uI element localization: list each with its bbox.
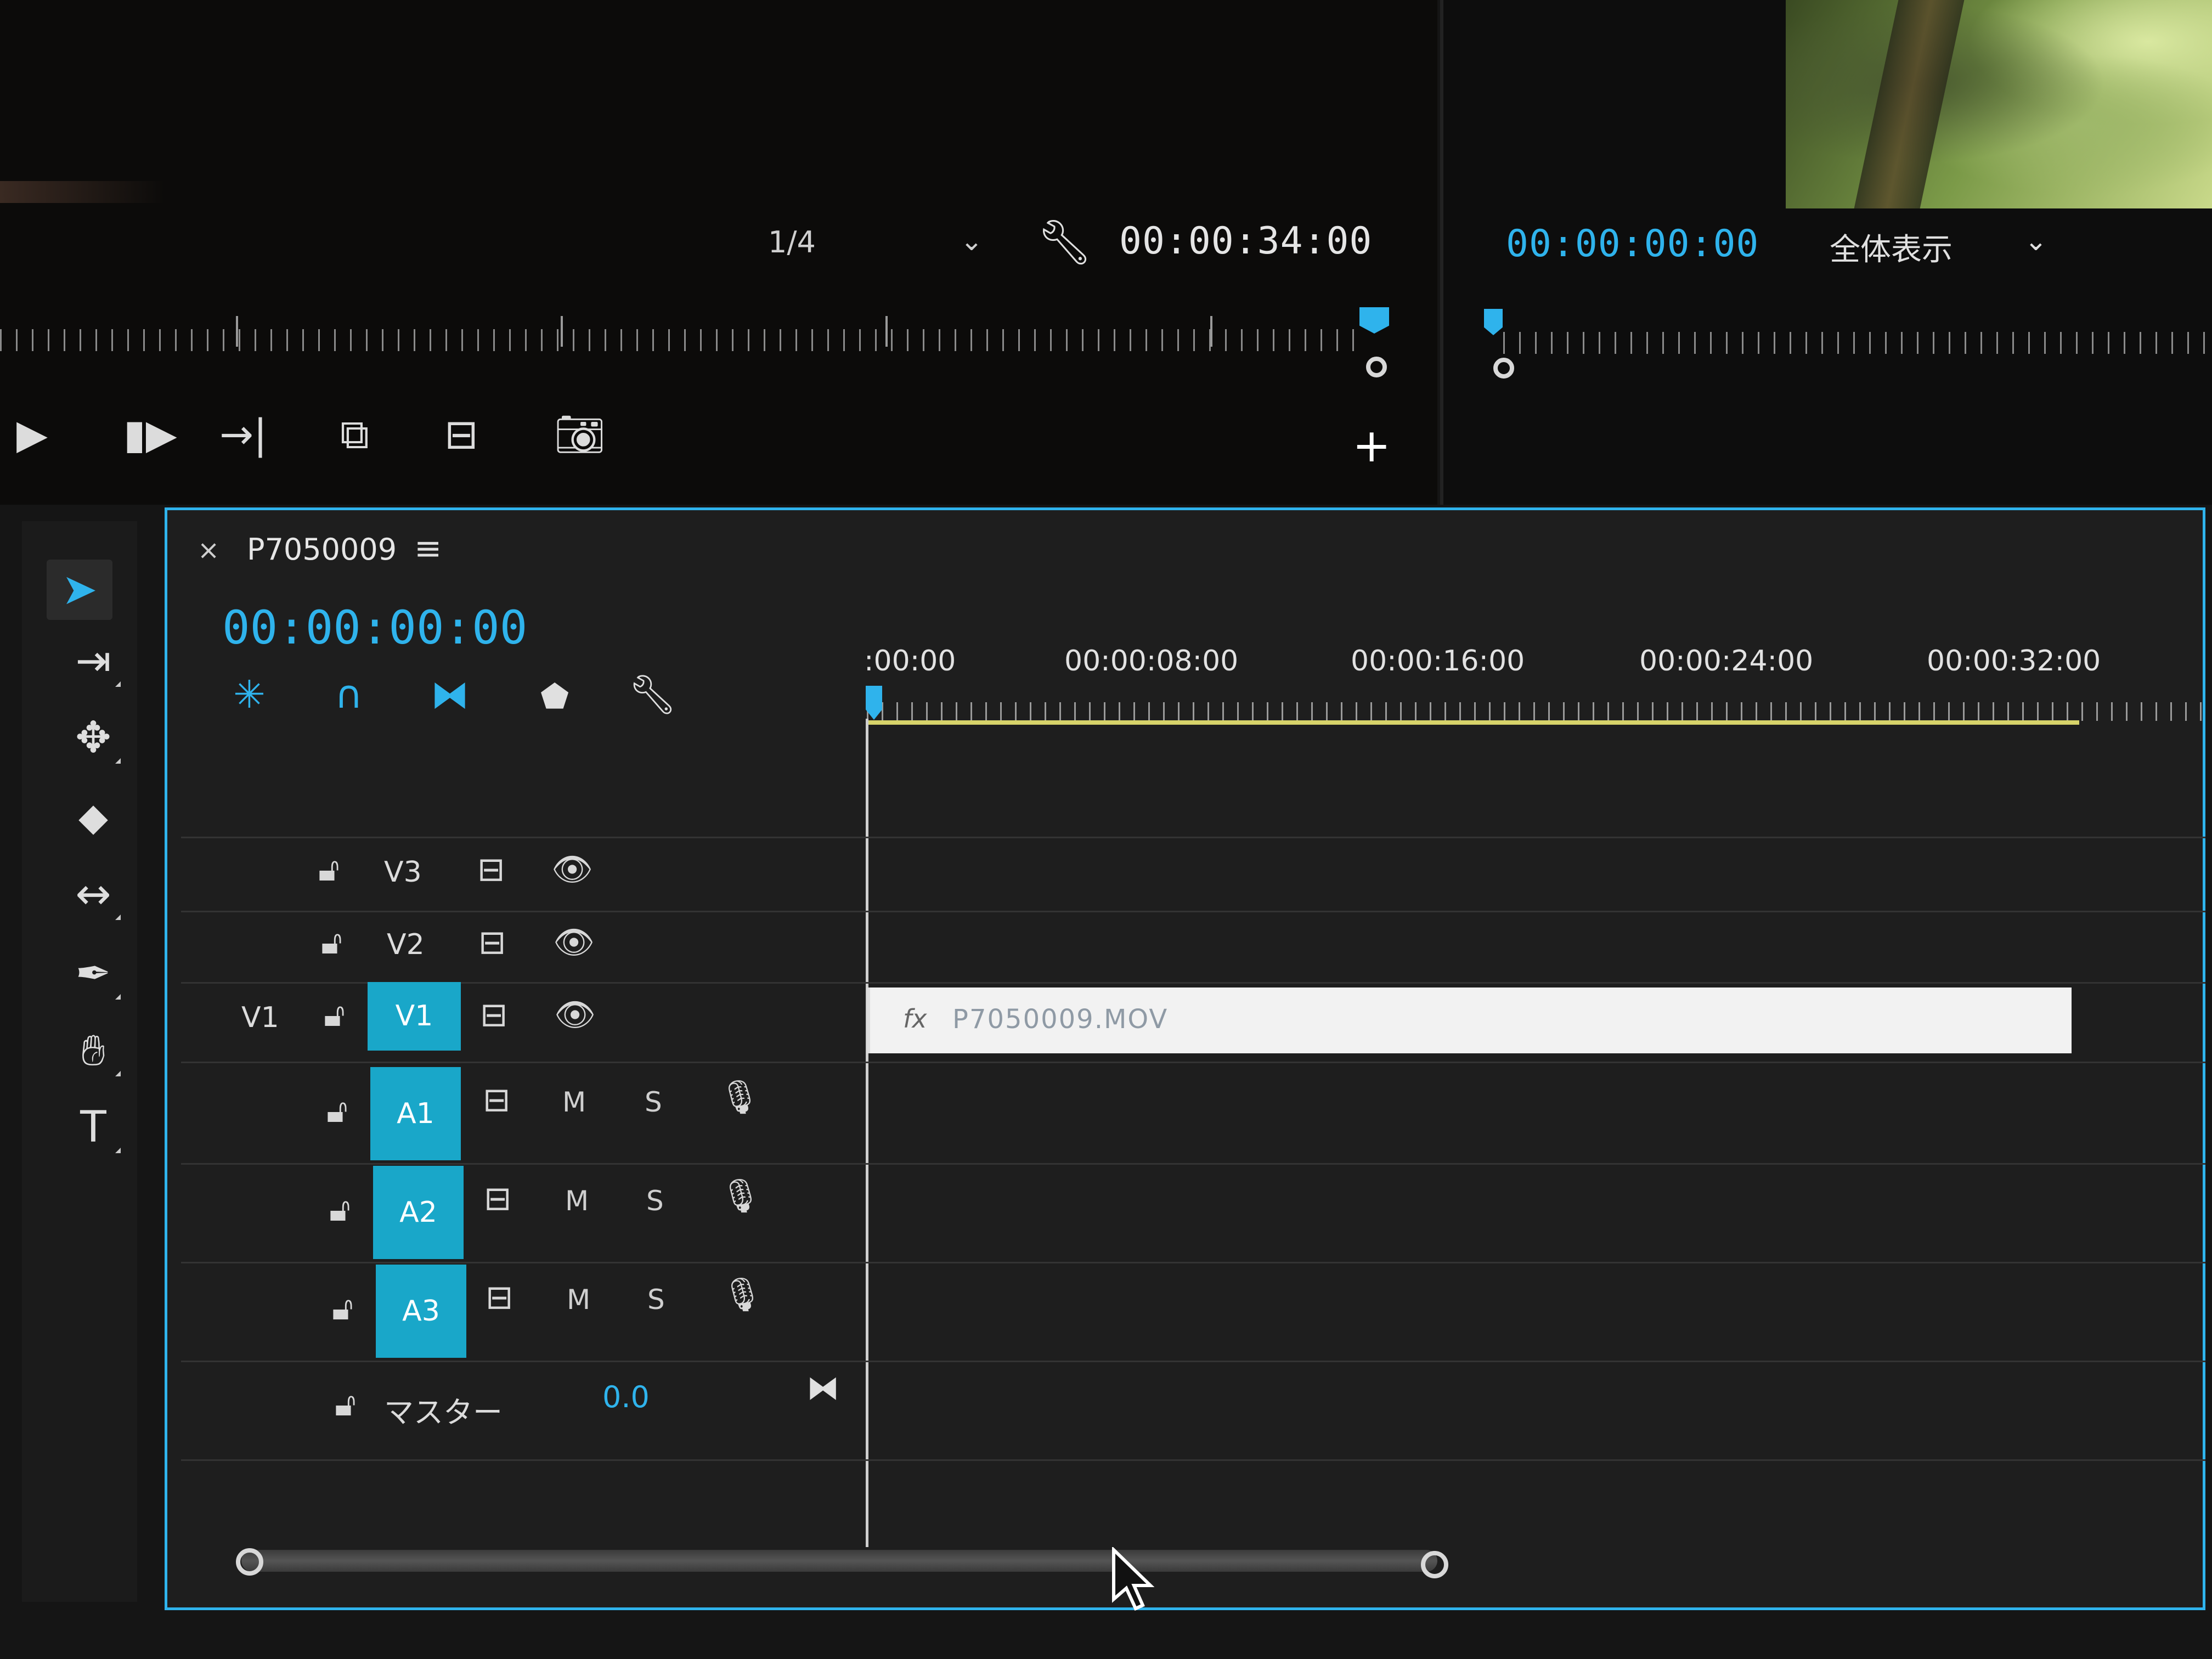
program-timecode[interactable]: 00:00:00:00 — [1506, 222, 1759, 266]
track-name-v2: V2 — [387, 928, 425, 961]
track-target-a1[interactable]: A1 — [370, 1067, 461, 1160]
microphone-icon[interactable]: 🎙︎ — [721, 1278, 763, 1311]
track-target-a2[interactable]: A2 — [373, 1166, 464, 1259]
zoom-handle-left[interactable] — [236, 1548, 263, 1576]
ruler-label: 00:00:24:00 — [1639, 645, 1814, 678]
eye-icon[interactable]: 👁︎ — [551, 853, 593, 886]
lock-icon[interactable]: 🔓︎ — [332, 1292, 353, 1325]
mute-button[interactable]: M — [567, 1284, 590, 1316]
step-forward-icon[interactable]: ▮▶ — [123, 414, 177, 455]
source-ruler-major-ticks — [236, 316, 1361, 347]
timeline-ruler[interactable] — [867, 702, 2205, 721]
track-target-a3[interactable]: A3 — [376, 1265, 466, 1358]
ruler-label: 00:00:16:00 — [1351, 645, 1525, 678]
source-out-point[interactable] — [1366, 357, 1387, 377]
pen-tool-icon[interactable]: ✒ — [60, 944, 126, 1004]
track-divider — [181, 1062, 2205, 1063]
ruler-label: 00:00:32:00 — [1927, 645, 2101, 678]
playhead-line — [866, 719, 868, 1547]
track-target-v1[interactable]: V1 — [368, 982, 461, 1051]
solo-button[interactable]: S — [647, 1284, 665, 1316]
overwrite-icon[interactable]: ⊟ — [444, 414, 478, 455]
ruler-label: :00:00 — [864, 645, 956, 678]
chevron-down-icon[interactable]: ⌄ — [960, 225, 983, 257]
program-in-point[interactable] — [1493, 358, 1514, 379]
lock-icon[interactable]: 🔓︎ — [329, 1193, 351, 1226]
track-divider — [181, 1262, 2205, 1263]
snap-icon[interactable]: ∩ — [335, 672, 363, 717]
mute-button[interactable]: M — [565, 1185, 589, 1217]
lock-icon[interactable]: 🔓︎ — [321, 926, 342, 959]
sync-lock-icon[interactable]: ⊟ — [477, 853, 505, 886]
track-divider — [181, 911, 2205, 912]
ripple-edit-tool-icon[interactable]: ✥ — [60, 708, 126, 768]
source-video-edge — [0, 181, 165, 203]
type-tool-icon[interactable]: T — [60, 1097, 126, 1158]
program-time-ruler[interactable] — [1503, 332, 2212, 354]
solo-button[interactable]: S — [646, 1185, 664, 1217]
video-clip[interactable]: fx P7050009.MOV — [867, 988, 2072, 1053]
mute-button[interactable]: M — [562, 1086, 586, 1118]
marker-icon[interactable]: ⬟ — [540, 678, 569, 716]
sync-lock-icon[interactable]: ⊟ — [483, 1084, 510, 1116]
lock-icon[interactable]: 🔓︎ — [326, 1094, 348, 1127]
source-zoom-select[interactable]: 1/4 — [768, 225, 816, 259]
microphone-icon[interactable]: 🎙︎ — [720, 1180, 761, 1212]
eye-icon[interactable]: 👁︎ — [553, 926, 595, 959]
clip-name: P7050009.MOV — [952, 1004, 1169, 1035]
tools-panel: ➤ ⇥ ✥ ⬥ ↔ ✒ ✋︎ T — [22, 521, 137, 1602]
source-duration: 00:00:34:00 — [1119, 219, 1373, 263]
fx-badge: fx — [903, 1004, 927, 1034]
master-end-icon[interactable]: ⧓ — [806, 1369, 839, 1407]
monitor-divider — [1440, 0, 1443, 505]
timeline-timecode[interactable]: 00:00:00:00 — [222, 601, 527, 654]
sync-lock-icon[interactable]: ⊟ — [480, 998, 507, 1031]
program-fit-select[interactable]: 全体表示 — [1830, 225, 1953, 269]
razor-tool-icon[interactable]: ⬥ — [60, 787, 126, 848]
sync-lock-icon[interactable]: ⊟ — [478, 926, 506, 959]
track-divider — [181, 1163, 2205, 1165]
insert-icon[interactable]: ⧉ — [340, 414, 369, 455]
work-area-bar[interactable] — [867, 720, 2079, 725]
timeline-settings-wrench-icon[interactable]: 🔧︎ — [628, 672, 677, 718]
track-divider — [181, 1361, 2205, 1362]
track-name-v3: V3 — [384, 856, 422, 889]
track-select-tool-icon[interactable]: ⇥ — [60, 631, 126, 691]
solo-button[interactable]: S — [645, 1086, 662, 1118]
close-icon[interactable]: × — [198, 535, 219, 566]
source-patch-v1[interactable]: V1 — [241, 1001, 279, 1034]
lock-icon[interactable]: 🔓︎ — [318, 853, 340, 886]
timeline-zoom-scrollbar[interactable] — [241, 1550, 1437, 1572]
lock-icon[interactable]: 🔓︎ — [335, 1388, 356, 1421]
camera-icon[interactable]: 📷︎ — [554, 414, 606, 455]
track-divider — [181, 982, 2205, 984]
panel-menu-icon[interactable]: ≡ — [414, 529, 442, 568]
wrench-icon[interactable]: 🔧︎ — [1037, 217, 1093, 268]
master-volume-value[interactable]: 0.0 — [602, 1380, 650, 1414]
sequence-tab[interactable]: P7050009 — [247, 532, 397, 567]
sync-lock-icon[interactable]: ⊟ — [486, 1281, 513, 1314]
lock-icon[interactable]: 🔓︎ — [324, 998, 345, 1031]
source-playhead[interactable] — [1359, 307, 1389, 334]
selection-tool-icon[interactable]: ➤ — [47, 560, 112, 620]
add-button-icon[interactable]: + — [1352, 422, 1391, 469]
track-divider — [181, 1459, 2205, 1461]
mouse-cursor-icon — [1112, 1547, 1155, 1611]
go-to-out-icon[interactable]: →| — [219, 414, 267, 455]
master-track-label: マスター — [384, 1395, 503, 1430]
track-divider — [181, 837, 2205, 838]
play-icon[interactable]: ▶ — [16, 414, 48, 455]
linked-selection-icon[interactable]: ⧓ — [431, 672, 469, 717]
hand-tool-icon[interactable]: ✋︎ — [60, 1020, 126, 1081]
ruler-label: 00:00:08:00 — [1064, 645, 1239, 678]
slip-tool-icon[interactable]: ↔ — [60, 864, 126, 924]
nest-icon[interactable]: ✳ — [233, 672, 266, 717]
microphone-icon[interactable]: 🎙︎ — [719, 1081, 760, 1114]
source-monitor: 1/4 ⌄ 🔧︎ 00:00:34:00 ▶ ▮▶ →| ⧉ ⊟ 📷︎ + — [0, 0, 1437, 505]
zoom-handle-right[interactable] — [1421, 1551, 1448, 1578]
chevron-down-icon[interactable]: ⌄ — [2024, 225, 2047, 257]
sync-lock-icon[interactable]: ⊟ — [484, 1182, 511, 1215]
program-video-frame — [1786, 0, 2212, 208]
eye-icon[interactable]: 👁︎ — [554, 998, 596, 1031]
